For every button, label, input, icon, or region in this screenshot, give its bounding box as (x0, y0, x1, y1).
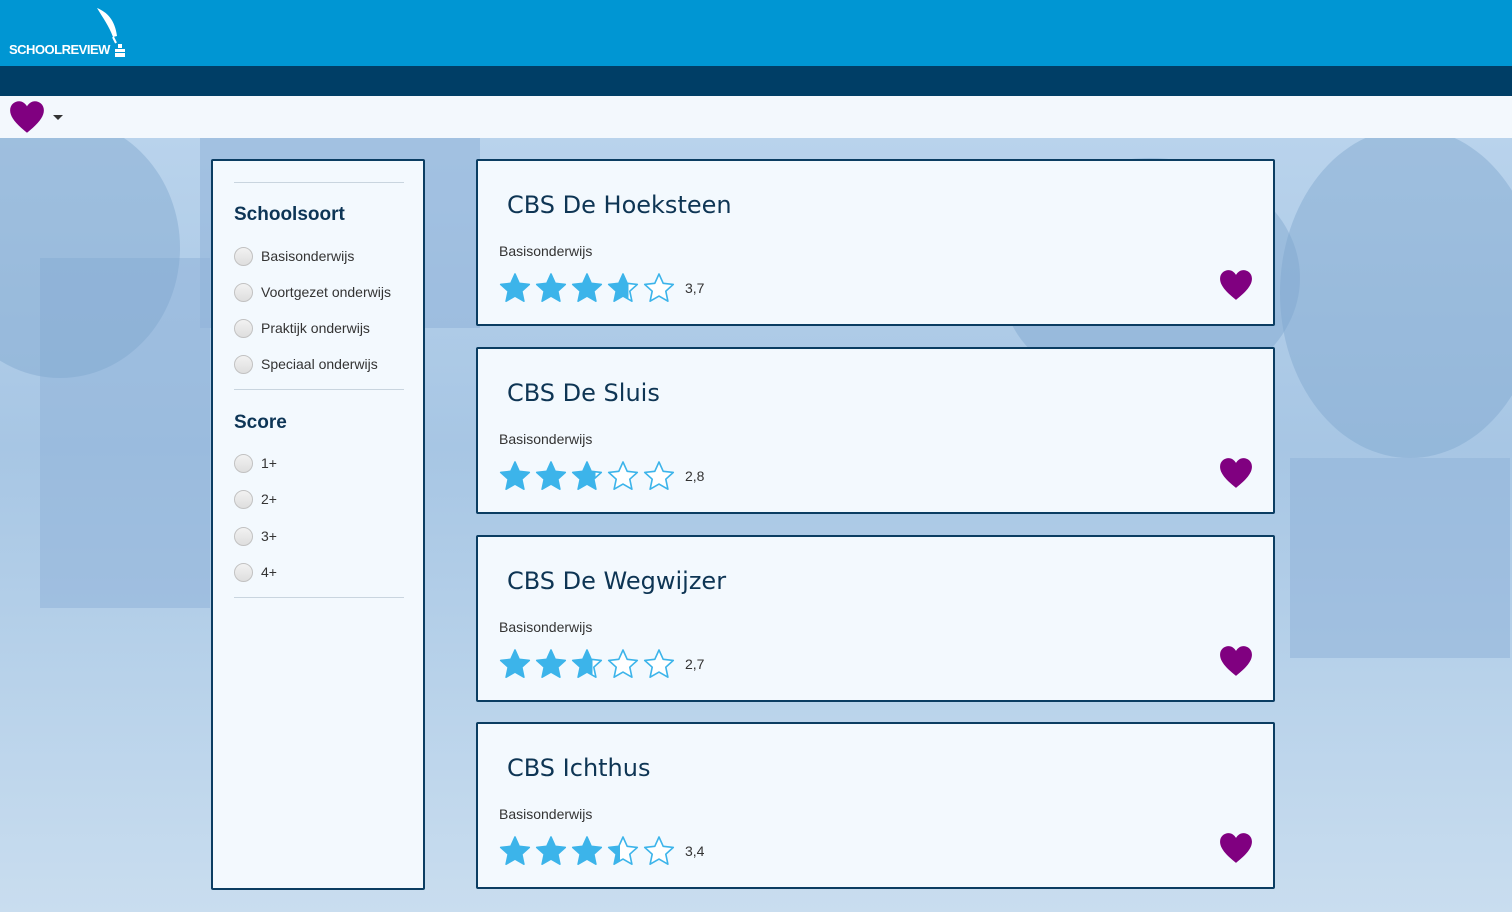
star-rating: 3,4 (499, 834, 704, 868)
filter-score-2[interactable]: 2+ (234, 489, 277, 509)
star-rating: 2,8 (499, 459, 704, 493)
star-icon (571, 836, 603, 865)
radio-button[interactable] (234, 282, 253, 302)
school-card[interactable]: CBS Ichthus Basisonderwijs 3,4 (476, 722, 1275, 889)
star-icon (571, 461, 603, 490)
star-icon (643, 461, 675, 490)
radio-label: 3+ (261, 528, 277, 544)
score-value: 2,8 (685, 468, 705, 484)
heart-icon (1220, 458, 1252, 488)
heart-icon (1220, 270, 1252, 300)
star-icon (607, 836, 639, 865)
star-rating: 3,7 (499, 271, 704, 305)
star-icon (535, 649, 567, 678)
star-icon (607, 461, 639, 490)
favorite-heart-icon[interactable] (1219, 645, 1253, 679)
star-icon (607, 273, 639, 302)
school-type: Basisonderwijs (499, 431, 593, 447)
filter-score-3[interactable]: 3+ (234, 526, 277, 546)
inkpot-icon (115, 44, 125, 57)
school-name[interactable]: CBS De Sluis (507, 379, 660, 407)
radio-button[interactable] (234, 453, 253, 473)
filter-praktijk-onderwijs[interactable]: Praktijk onderwijs (234, 318, 370, 338)
divider (234, 182, 404, 183)
star-icon (643, 273, 675, 302)
top-header: SCHOOLREVIEW (0, 0, 1512, 66)
filter-panel: Schoolsoort Basisonderwijs Voortgezet on… (211, 159, 425, 890)
school-card[interactable]: CBS De Sluis Basisonderwijs 2,8 (476, 347, 1275, 514)
star-icon (535, 273, 567, 302)
star-icon (571, 649, 603, 678)
radio-label: Basisonderwijs (261, 248, 355, 264)
school-name[interactable]: CBS Ichthus (507, 754, 650, 782)
radio-label: 2+ (261, 491, 277, 507)
radio-button[interactable] (234, 562, 253, 582)
score-heading: Score (234, 412, 287, 433)
favorite-heart-icon[interactable] (1219, 457, 1253, 491)
quill-icon (97, 8, 117, 44)
score-value: 2,7 (685, 656, 705, 672)
filter-voortgezet-onderwijs[interactable]: Voortgezet onderwijs (234, 282, 391, 302)
favorite-heart-icon[interactable] (1219, 832, 1253, 866)
star-rating: 2,7 (499, 647, 704, 681)
school-card[interactable]: CBS De Hoeksteen Basisonderwijs 3,7 (476, 159, 1275, 326)
star-icon (499, 836, 531, 865)
school-name[interactable]: CBS De Hoeksteen (507, 191, 732, 219)
star-icon (499, 461, 531, 490)
filter-score-4[interactable]: 4+ (234, 562, 277, 582)
favorites-dropdown[interactable] (9, 99, 67, 135)
chevron-down-icon (53, 114, 63, 120)
radio-label: 4+ (261, 564, 277, 580)
school-type: Basisonderwijs (499, 806, 593, 822)
radio-label: Voortgezet onderwijs (261, 284, 391, 300)
logo-text: SCHOOLREVIEW (9, 42, 110, 57)
radio-label: Speciaal onderwijs (261, 356, 378, 372)
divider (234, 597, 404, 598)
filter-speciaal-onderwijs[interactable]: Speciaal onderwijs (234, 354, 378, 374)
heart-icon (1220, 833, 1252, 863)
score-value: 3,4 (685, 843, 705, 859)
radio-label: Praktijk onderwijs (261, 320, 370, 336)
star-icon (643, 836, 675, 865)
nav-bar (0, 66, 1512, 96)
radio-button[interactable] (234, 318, 253, 338)
favorite-heart-icon[interactable] (1219, 269, 1253, 303)
divider (234, 389, 404, 390)
star-icon (535, 461, 567, 490)
star-icon (499, 649, 531, 678)
star-icon (571, 273, 603, 302)
school-type: Basisonderwijs (499, 619, 593, 635)
radio-label: 1+ (261, 455, 277, 471)
star-icon (535, 836, 567, 865)
radio-button[interactable] (234, 246, 253, 266)
sub-toolbar (0, 96, 1512, 138)
school-card[interactable]: CBS De Wegwijzer Basisonderwijs 2,7 (476, 535, 1275, 702)
school-name[interactable]: CBS De Wegwijzer (507, 567, 726, 595)
school-type: Basisonderwijs (499, 243, 593, 259)
radio-button[interactable] (234, 354, 253, 374)
score-value: 3,7 (685, 280, 705, 296)
filter-basisonderwijs[interactable]: Basisonderwijs (234, 246, 354, 266)
star-icon (643, 649, 675, 678)
star-icon (499, 273, 531, 302)
filter-score-1[interactable]: 1+ (234, 453, 277, 473)
heart-icon (1220, 646, 1252, 676)
star-icon (607, 649, 639, 678)
radio-button[interactable] (234, 489, 253, 509)
site-logo[interactable]: SCHOOLREVIEW (9, 6, 139, 62)
schoolsoort-heading: Schoolsoort (234, 204, 345, 225)
radio-button[interactable] (234, 526, 253, 546)
heart-icon (10, 101, 44, 133)
